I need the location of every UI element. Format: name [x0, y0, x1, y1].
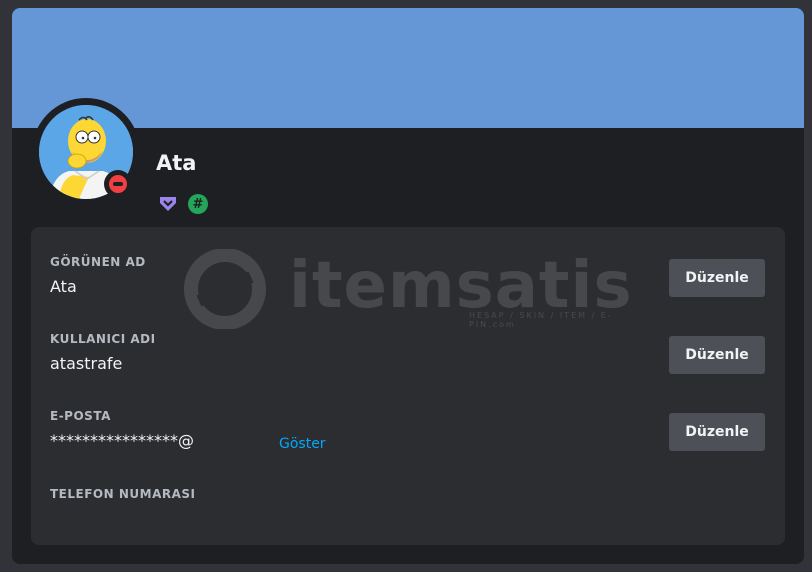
- profile-username: Ata: [156, 151, 197, 175]
- hashtag-badge-icon[interactable]: #: [188, 194, 208, 214]
- edit-email-button[interactable]: Düzenle: [669, 413, 765, 451]
- email-row: E-POSTA ****************@: [50, 409, 194, 450]
- display-name-row: GÖRÜNEN AD Ata: [50, 255, 146, 296]
- username-value: atastrafe: [50, 354, 123, 373]
- display-name-label: GÖRÜNEN AD: [50, 255, 146, 269]
- watermark: itemsatis HESAP / SKIN / ITEM / E-PIN.co…: [169, 248, 649, 330]
- account-info-panel: itemsatis HESAP / SKIN / ITEM / E-PIN.co…: [31, 227, 785, 545]
- email-label: E-POSTA: [50, 409, 111, 423]
- edit-display-name-button[interactable]: Düzenle: [669, 259, 765, 297]
- phone-row: TELEFON NUMARASI: [50, 487, 196, 501]
- username-row: KULLANICI ADI atastrafe: [50, 332, 156, 373]
- phone-label: TELEFON NUMARASI: [50, 487, 196, 501]
- hypesquad-badge-icon[interactable]: [158, 194, 178, 214]
- status-dnd-icon: [104, 170, 132, 198]
- username-label: KULLANICI ADI: [50, 332, 156, 346]
- display-name-value: Ata: [50, 277, 77, 296]
- edit-username-button[interactable]: Düzenle: [669, 336, 765, 374]
- watermark-tagline: HESAP / SKIN / ITEM / E-PIN.com: [469, 311, 613, 329]
- show-email-link[interactable]: Göster: [279, 436, 326, 452]
- profile-banner: [12, 8, 804, 128]
- watermark-logo-icon: [184, 248, 266, 330]
- email-value: ****************@: [50, 431, 194, 450]
- profile-card: Ata # itemsatis HESAP / SKIN / ITEM / E-…: [12, 8, 804, 564]
